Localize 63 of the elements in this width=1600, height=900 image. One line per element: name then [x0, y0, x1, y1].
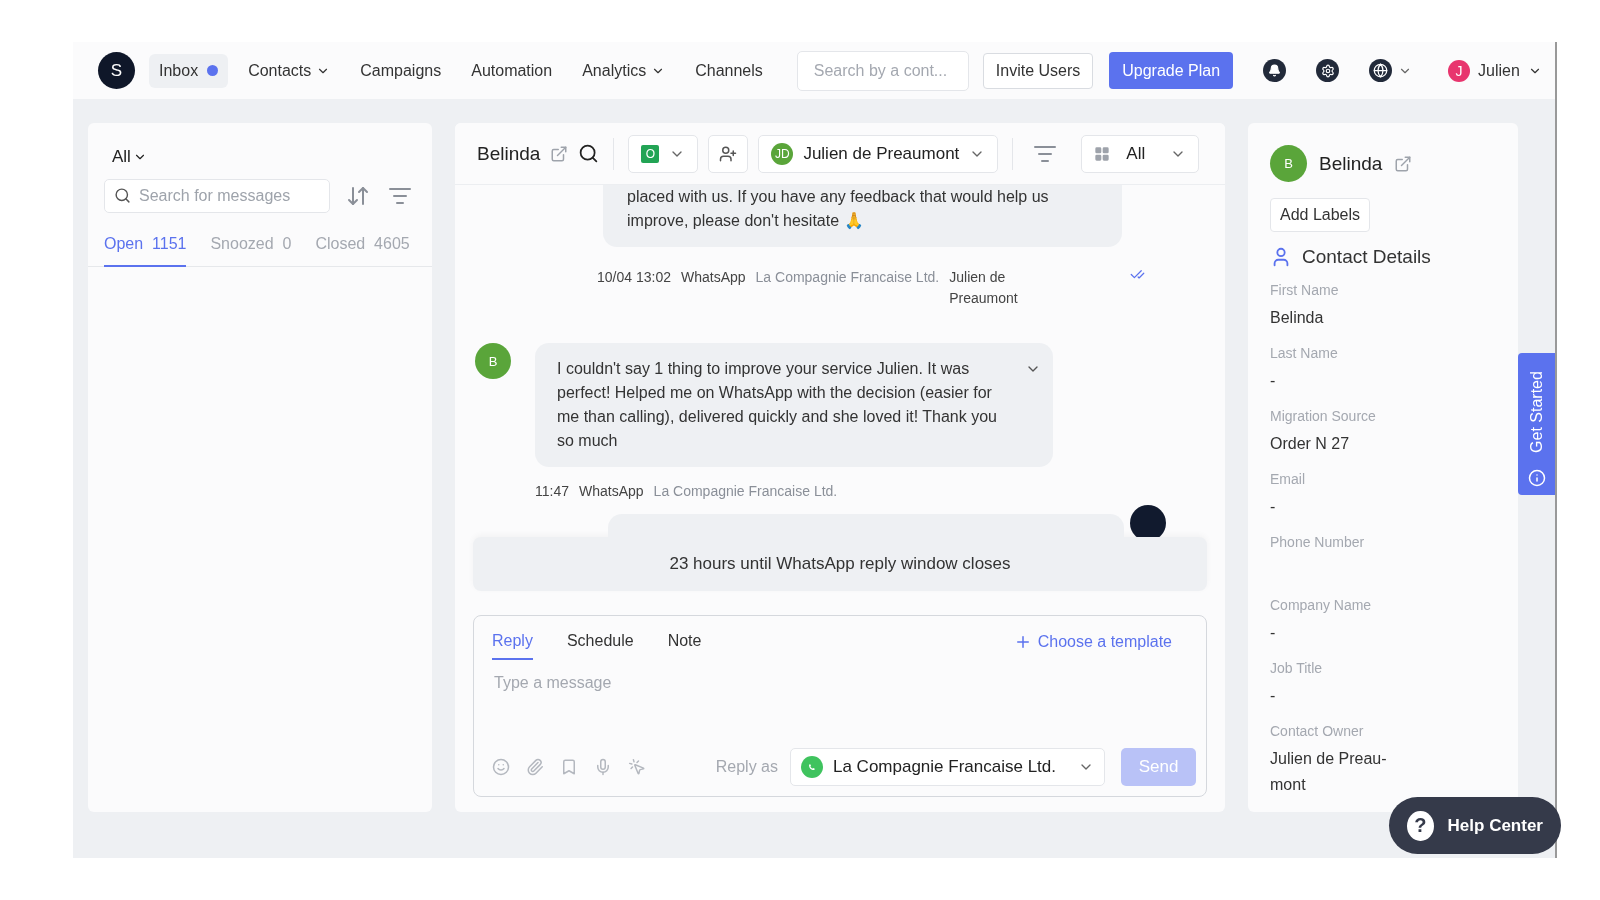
- field-value: -: [1270, 497, 1277, 517]
- field-label: Contact Owner: [1270, 723, 1365, 739]
- field-value: -: [1270, 623, 1277, 643]
- nav-item[interactable]: Inbox: [149, 53, 229, 88]
- nav-item[interactable]: Channels: [685, 53, 773, 88]
- field-label: Email: [1270, 471, 1306, 487]
- reply-as-label: Reply as: [715, 758, 778, 776]
- message-input[interactable]: Type a message: [492, 672, 1196, 694]
- help-center-button[interactable]: ? Help Center: [1389, 797, 1561, 854]
- message-time: 11:47: [535, 482, 569, 501]
- field-label: Job Title: [1270, 660, 1324, 676]
- user-name: Julien: [1478, 61, 1520, 80]
- status-tab[interactable]: Open 1151: [104, 227, 187, 267]
- message-bubble: I couldn't say 1 thing to improve your service Julien. It was perfect! Helped me on WhatsApp with the decision (easier for me than calling), delivered quickly and she loved it! Thank you so much: [535, 343, 1053, 467]
- assignee-avatar: JD: [771, 142, 794, 165]
- composer-tab[interactable]: Schedule: [566, 616, 634, 660]
- message-channel: WhatsApp: [680, 268, 746, 287]
- assignee-name: Julien de Preaumont: [803, 143, 960, 164]
- user-avatar: J: [1448, 59, 1471, 82]
- user-menu[interactable]: J Julien: [1448, 59, 1542, 82]
- message-account: La Compagnie Francaise Ltd.: [755, 268, 940, 287]
- reply-window-banner: 23 hours until WhatsApp reply window closes: [473, 537, 1207, 591]
- search-field[interactable]: Search by a cont...: [796, 50, 969, 91]
- section-title: Contact Details: [1302, 246, 1431, 268]
- message-agent: Julien de Preaumont: [949, 268, 1019, 308]
- view-dropdown[interactable]: All: [1081, 134, 1200, 173]
- message-bubble: placed with us. If you have any feedback that would help us improve, please don't hesitate 🙏: [603, 185, 1122, 247]
- field-label: Company Name: [1270, 597, 1373, 613]
- invite-users-button[interactable]: Invite Users: [982, 52, 1094, 89]
- upgrade-plan-button[interactable]: Upgrade Plan: [1109, 52, 1234, 89]
- message-channel: WhatsApp: [579, 482, 644, 501]
- message-account: La Compagnie Francaise Ltd.: [653, 482, 838, 501]
- reply-as-dropdown[interactable]: La Compagnie Francaise Ltd.: [789, 748, 1105, 786]
- composer-tab[interactable]: Reply: [492, 616, 533, 660]
- field-label: First Name: [1270, 282, 1340, 298]
- choose-template-link[interactable]: Choose a template: [1013, 625, 1172, 651]
- nav-item[interactable]: Contacts: [238, 53, 341, 88]
- question-icon: ?: [1407, 810, 1434, 841]
- field-value: -: [1270, 686, 1277, 706]
- field-value: Julien de Preau-mont: [1270, 749, 1388, 795]
- field-label: Last Name: [1270, 345, 1339, 361]
- filter-dropdown[interactable]: All: [112, 147, 147, 167]
- message-time: 10/04 13:02: [597, 268, 671, 287]
- field-label: Migration Source: [1270, 408, 1377, 424]
- nav-item[interactable]: Analytics: [572, 53, 676, 88]
- status-badge: O: [641, 144, 660, 163]
- assignee-dropdown[interactable]: JD Julien de Preaumont: [758, 134, 999, 173]
- contact-name: Belinda: [1319, 152, 1383, 175]
- contact-avatar: B: [1270, 145, 1307, 182]
- field-value: Order N 27: [1270, 434, 1351, 454]
- contact-name: Belinda: [477, 142, 541, 165]
- contact-avatar: B: [475, 343, 511, 379]
- composer-tab[interactable]: Note: [667, 616, 702, 660]
- field-value: -: [1270, 371, 1277, 391]
- field-label: Phone Number: [1270, 534, 1366, 550]
- message-search-field[interactable]: Search for messages: [104, 179, 330, 213]
- get-started-tab[interactable]: Get Started: [1518, 353, 1555, 495]
- field-value: Belinda: [1270, 308, 1325, 328]
- nav-item[interactable]: Campaigns: [350, 53, 452, 88]
- nav-item[interactable]: Automation: [461, 53, 563, 88]
- view-label: All: [1126, 143, 1146, 164]
- add-labels-button[interactable]: Add Labels: [1270, 198, 1371, 232]
- app-logo[interactable]: S: [98, 52, 135, 89]
